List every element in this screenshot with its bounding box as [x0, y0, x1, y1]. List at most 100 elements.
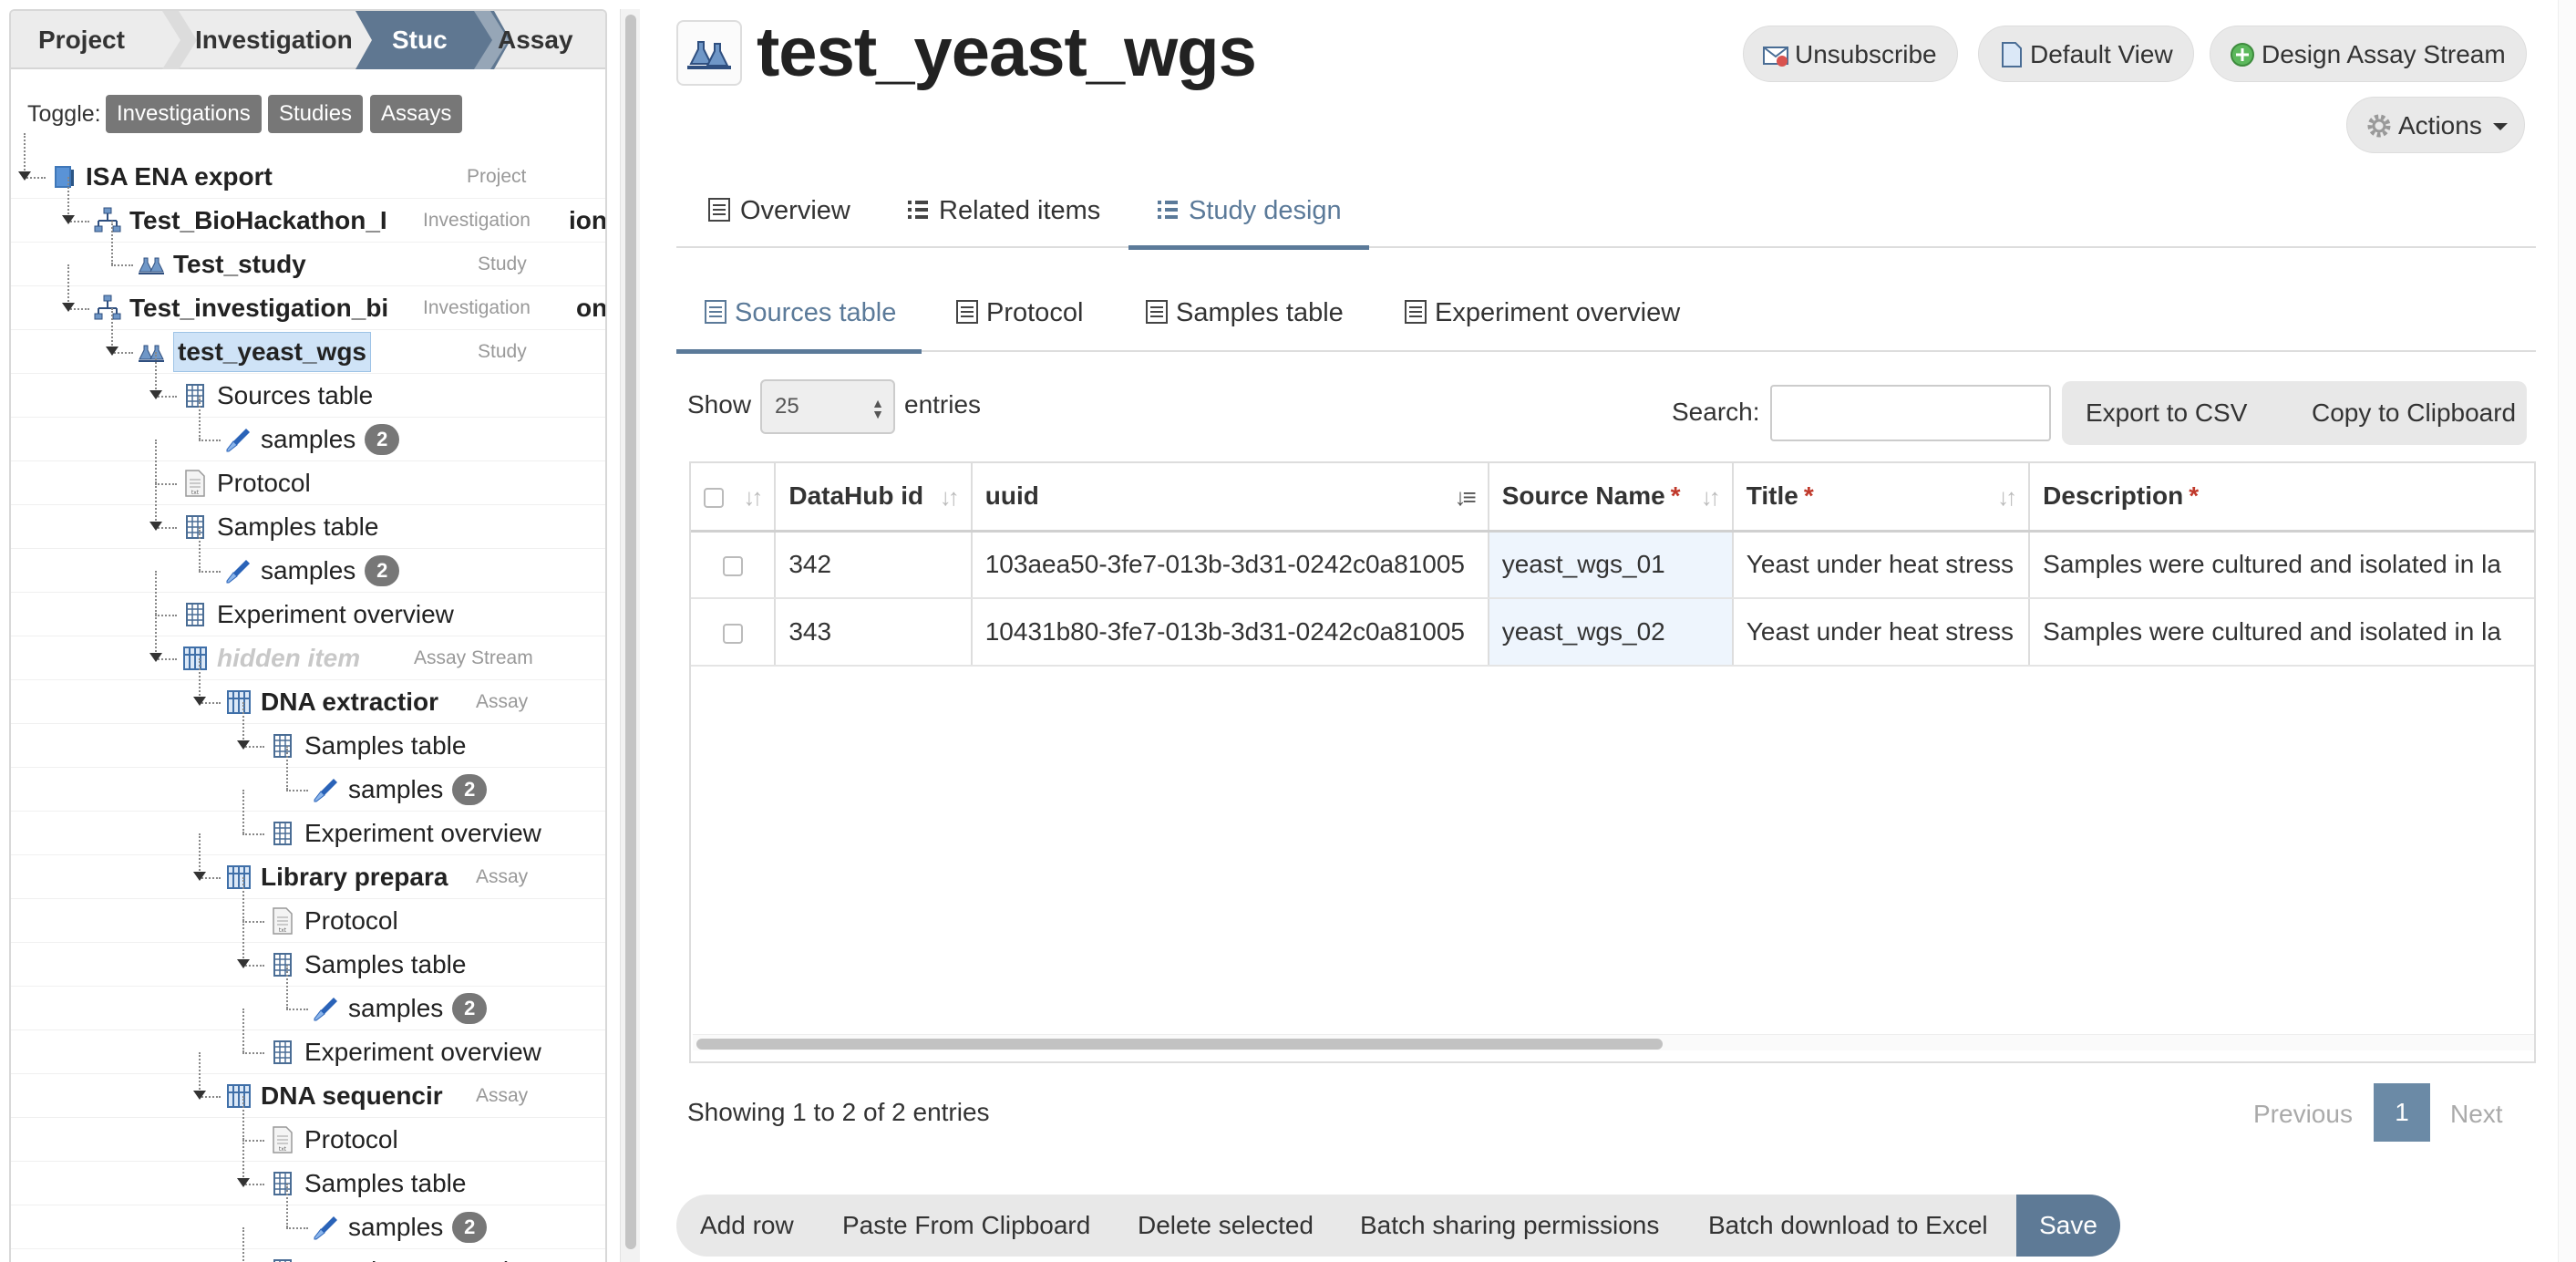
add-row-button[interactable]: Add row [700, 1195, 794, 1257]
row-checkbox[interactable] [722, 623, 743, 644]
tree-node-label[interactable]: samples 2 [348, 987, 488, 1030]
sidebar-scrollbar-thumb[interactable] [625, 15, 636, 1249]
previous-page-button[interactable]: Previous [2253, 1100, 2353, 1129]
table-row[interactable]: 343 10431b80-3fe7-013b-3d31-0242c0a81005… [691, 598, 2534, 667]
tree-row[interactable]: samples 2 [11, 527, 605, 593]
tree-row[interactable]: hidden item Assay Stream [11, 615, 605, 680]
subtab-protocol[interactable]: Protocol [955, 274, 1083, 352]
paste-from-clipboard-button[interactable]: Paste From Clipboard [842, 1195, 1090, 1257]
tree-node-label[interactable]: test_yeast_wgs [173, 332, 372, 372]
design-assay-stream-button[interactable]: Design Assay Stream [2210, 26, 2527, 82]
actions-dropdown-button[interactable]: Actions [2346, 97, 2525, 153]
subtab-experiment-overview[interactable]: Experiment overview [1404, 274, 1680, 352]
page-scrollbar[interactable] [2558, 0, 2576, 1262]
column-header[interactable]: Description * [2029, 463, 2534, 533]
expand-arrow-icon[interactable] [106, 347, 118, 356]
tree-node-label[interactable]: Experiment overview [304, 1030, 541, 1074]
table-row[interactable]: 342 103aea50-3fe7-013b-3d31-0242c0a81005… [691, 531, 2534, 599]
expand-arrow-icon[interactable] [149, 653, 162, 662]
tree-node-label[interactable]: hidden item [217, 636, 360, 680]
row-checkbox[interactable] [722, 555, 743, 576]
tree-node-label[interactable]: Sources table [217, 374, 373, 418]
table-horizontal-scrollbar[interactable] [693, 1034, 2534, 1050]
tree-row[interactable]: Test_investigation_bi on_2 Investigation [11, 264, 605, 330]
batch-sharing-button[interactable]: Batch sharing permissions [1360, 1195, 1659, 1257]
tree-node-label[interactable]: Experiment overview [304, 812, 541, 855]
tree-row[interactable]: DNA extractior Assay [11, 658, 605, 724]
table-cell[interactable]: 10431b80-3fe7-013b-3d31-0242c0a81005 [971, 598, 1489, 667]
tree-node-label[interactable]: Protocol [304, 899, 398, 943]
tree-row[interactable]: samples 2 [11, 746, 605, 812]
tree-row[interactable]: Samples table [11, 483, 605, 549]
table-cell[interactable]: 103aea50-3fe7-013b-3d31-0242c0a81005 [971, 531, 1489, 599]
subtab-samples-table[interactable]: Samples table [1145, 274, 1344, 352]
crumb-project[interactable]: Project [38, 11, 125, 69]
entries-per-page-select[interactable]: 25 ▲ ▼ [760, 379, 895, 434]
tree-row[interactable]: samples 2 [11, 965, 605, 1030]
expand-arrow-icon[interactable] [149, 390, 162, 399]
tree-node-label[interactable]: Experiment overview [217, 593, 454, 636]
expand-arrow-icon[interactable] [62, 215, 75, 224]
copy-clipboard-button[interactable]: Copy to Clipboard [2312, 381, 2516, 445]
tree-node-label[interactable]: Protocol [304, 1118, 398, 1162]
expand-arrow-icon[interactable] [237, 1178, 250, 1187]
table-cell[interactable]: Yeast under heat stress [1732, 531, 2031, 599]
column-header[interactable]: Source Name * ↓↑ [1488, 463, 1734, 533]
tab-related-items[interactable]: Related items [906, 173, 1100, 248]
scrollbar-thumb[interactable] [696, 1039, 1663, 1050]
tree-node-label[interactable]: Test_BioHackathon_I [129, 199, 387, 243]
next-page-button[interactable]: Next [2450, 1100, 2503, 1129]
tree-row[interactable]: Test_BioHackathon_I ion Investigation [11, 177, 605, 243]
table-cell[interactable]: yeast_wgs_02 [1488, 598, 1734, 667]
table-cell[interactable]: Samples were cultured and isolated in la [2029, 598, 2534, 667]
subtab-sources-table[interactable]: Sources table [676, 274, 922, 354]
tree-row[interactable]: txt Protocol [11, 440, 605, 505]
expand-arrow-icon[interactable] [193, 1091, 206, 1100]
batch-download-excel-button[interactable]: Batch download to Excel [1708, 1195, 1988, 1257]
sort-desc-icon[interactable]: ↓≡ [1455, 483, 1477, 512]
tree-row[interactable]: Samples table [11, 1140, 605, 1205]
sort-icon[interactable]: ↓↑ [940, 483, 960, 512]
tree-row[interactable]: Experiment overview [11, 790, 605, 855]
tree-node-label[interactable]: Experiment overview [304, 1249, 541, 1262]
sort-icon[interactable]: ↓↑ [1701, 483, 1721, 512]
tree-row[interactable]: Samples table [11, 702, 605, 768]
tree-node-label[interactable]: Samples table [304, 943, 466, 987]
tree-row[interactable]: Samples table [11, 921, 605, 987]
crumb-investigation[interactable]: Investigation [195, 11, 353, 69]
expand-arrow-icon[interactable] [237, 959, 250, 968]
save-button[interactable]: Save [2016, 1195, 2120, 1257]
tree-node-label[interactable]: Samples table [217, 505, 378, 549]
expand-arrow-icon[interactable] [193, 872, 206, 881]
expand-arrow-icon[interactable] [237, 740, 250, 750]
tree-node-label[interactable]: Library prepara [261, 855, 448, 899]
table-cell[interactable]: Yeast under heat stress [1732, 598, 2031, 667]
tree-row[interactable]: Test_study Study [11, 221, 605, 286]
toggle-studies-button[interactable]: Studies [268, 95, 364, 133]
expand-arrow-icon[interactable] [193, 697, 206, 706]
tree-node-label[interactable]: samples 2 [348, 1205, 488, 1249]
tree-node-label[interactable]: samples 2 [261, 418, 400, 461]
default-view-button[interactable]: Default View [1978, 26, 2194, 82]
search-input[interactable] [1770, 385, 2051, 441]
export-csv-button[interactable]: Export to CSV [2086, 381, 2247, 445]
tree-row[interactable]: Sources table [11, 352, 605, 418]
tree-node-label[interactable]: DNA extractior [261, 680, 438, 724]
tree-node-label[interactable]: Test_study [173, 243, 306, 286]
crumb-assay[interactable]: Assay [498, 11, 573, 69]
table-cell[interactable]: 342 [775, 531, 973, 599]
tree-node-label[interactable]: Samples table [304, 1162, 466, 1205]
tree-row[interactable]: Library prepara Assay [11, 833, 605, 899]
tree-node-label[interactable]: Protocol [217, 461, 311, 505]
column-header[interactable]: uuid ↓≡ [971, 463, 1489, 533]
tree-row[interactable]: samples 2 [11, 396, 605, 461]
tree-node-label[interactable]: ISA ENA export [86, 155, 273, 199]
tree-node-label[interactable]: Test_investigation_bi [129, 286, 388, 330]
tree-row[interactable]: test_yeast_wgs Study [11, 308, 605, 374]
column-header[interactable]: Title * ↓↑ [1732, 463, 2031, 533]
tree-node-label[interactable]: Samples table [304, 724, 466, 768]
toggle-assays-button[interactable]: Assays [370, 95, 463, 133]
page-1-button[interactable]: 1 [2374, 1083, 2430, 1142]
unsubscribe-button[interactable]: Unsubscribe [1743, 26, 1958, 82]
sort-icon[interactable]: ↓↑ [1997, 483, 2017, 512]
